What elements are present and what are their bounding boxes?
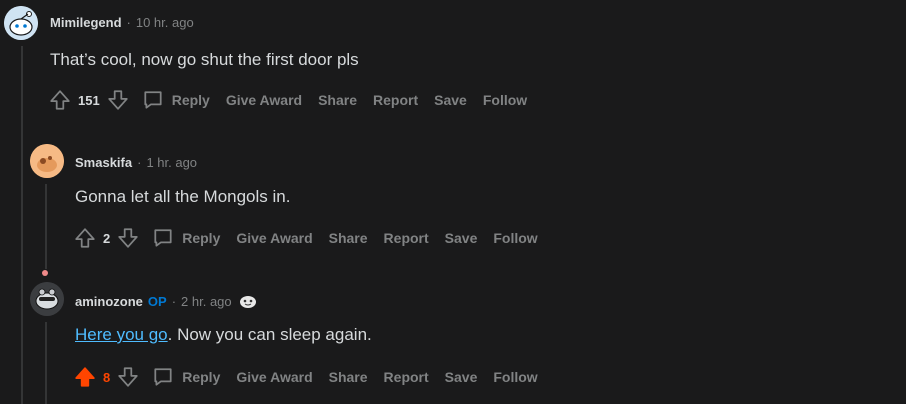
- give-award-button[interactable]: Give Award: [236, 369, 312, 385]
- online-indicator-icon: [42, 270, 48, 276]
- reply-button[interactable]: Reply: [142, 89, 210, 111]
- comment-bubble-icon: [154, 229, 172, 247]
- comment-text: . Now you can sleep again.: [167, 325, 372, 344]
- reply-label: Reply: [171, 92, 210, 108]
- award-emoji-icon: [239, 296, 256, 308]
- follow-button[interactable]: Follow: [493, 369, 537, 385]
- username[interactable]: Smaskifa: [75, 155, 132, 170]
- reply-label: Reply: [182, 230, 221, 246]
- report-button[interactable]: Report: [384, 230, 429, 246]
- thread-line[interactable]: [45, 184, 47, 269]
- op-badge: OP: [147, 293, 167, 309]
- downvote-button[interactable]: [116, 365, 140, 389]
- separator-dot: ·: [171, 293, 177, 309]
- save-button[interactable]: Save: [434, 92, 467, 108]
- downvote-button[interactable]: [116, 226, 140, 250]
- avatar[interactable]: [30, 282, 64, 316]
- share-button[interactable]: Share: [318, 92, 357, 108]
- comment-bubble-icon: [144, 91, 162, 109]
- upvote-button[interactable]: [48, 88, 72, 112]
- thread-line[interactable]: [45, 322, 47, 404]
- downvote-icon: [118, 367, 138, 387]
- vote-score: 8: [103, 369, 111, 385]
- vote-score: 2: [103, 230, 111, 246]
- separator-dot: ·: [126, 15, 131, 30]
- save-button[interactable]: Save: [445, 230, 478, 246]
- avatar[interactable]: [4, 6, 38, 40]
- timestamp[interactable]: 1 hr. ago: [146, 155, 197, 170]
- downvote-icon: [108, 90, 128, 110]
- timestamp[interactable]: 10 hr. ago: [136, 15, 194, 30]
- upvote-icon: [75, 228, 95, 248]
- username[interactable]: Mimilegend: [50, 15, 122, 30]
- vote-score: 151: [78, 92, 100, 108]
- username[interactable]: aminozone: [75, 294, 143, 309]
- share-button[interactable]: Share: [329, 230, 368, 246]
- upvote-button[interactable]: [73, 365, 97, 389]
- report-button[interactable]: Report: [384, 369, 429, 385]
- downvote-button[interactable]: [106, 88, 130, 112]
- report-button[interactable]: Report: [373, 92, 418, 108]
- avatar[interactable]: [30, 144, 64, 178]
- share-button[interactable]: Share: [329, 369, 368, 385]
- save-button[interactable]: Save: [445, 369, 478, 385]
- comment-text: Gonna let all the Mongols in.: [75, 187, 291, 206]
- follow-button[interactable]: Follow: [493, 230, 537, 246]
- upvote-icon: [75, 367, 95, 387]
- timestamp[interactable]: 2 hr. ago: [181, 294, 232, 309]
- snoo-avatar-icon: [30, 282, 64, 316]
- thread-line[interactable]: [21, 46, 23, 404]
- separator-dot: ·: [137, 155, 142, 170]
- award-icon[interactable]: [238, 293, 258, 309]
- give-award-button[interactable]: Give Award: [236, 230, 312, 246]
- reply-button[interactable]: Reply: [152, 366, 220, 388]
- comment-link[interactable]: Here you go: [75, 325, 168, 344]
- follow-button[interactable]: Follow: [483, 92, 527, 108]
- snoo-avatar-icon: [30, 144, 64, 178]
- downvote-icon: [118, 228, 138, 248]
- reply-button[interactable]: Reply: [152, 227, 220, 249]
- comment-text: That’s cool, now go shut the first door …: [50, 50, 359, 69]
- reply-label: Reply: [182, 369, 221, 385]
- give-award-button[interactable]: Give Award: [226, 92, 302, 108]
- upvote-icon: [50, 90, 70, 110]
- comment-bubble-icon: [154, 368, 172, 386]
- upvote-button[interactable]: [73, 226, 97, 250]
- snoo-avatar-icon: [4, 6, 38, 40]
